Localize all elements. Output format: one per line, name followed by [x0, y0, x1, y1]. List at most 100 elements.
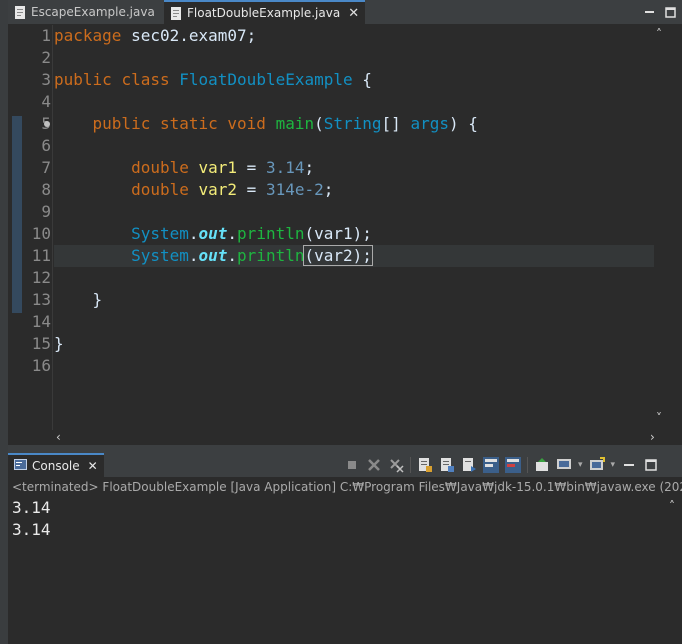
number-literal: 3.14 — [265, 158, 305, 177]
remove-launch-icon[interactable] — [366, 457, 382, 473]
scroll-up-icon[interactable]: ˄ — [656, 27, 662, 41]
line-number: 9 — [41, 202, 51, 221]
keyword: package — [54, 26, 122, 45]
line-number: 7 — [41, 158, 51, 177]
word-wrap-icon[interactable] — [461, 457, 477, 473]
paren: ( — [314, 114, 324, 133]
horizontal-scrollbar[interactable]: ‹ › — [54, 430, 668, 445]
console-status-line: <terminated> FloatDoubleExample [Java Ap… — [8, 478, 682, 496]
static-field: out — [198, 224, 228, 243]
tab-escape-example[interactable]: EscapeExample.java — [14, 0, 155, 24]
java-file-icon — [14, 5, 26, 19]
variable-name: var1 — [198, 158, 238, 177]
tab-console[interactable]: Console ✕ — [8, 453, 104, 477]
semicolon: ; — [304, 158, 315, 177]
method-name: main — [275, 114, 315, 133]
override-marker-icon[interactable] — [44, 121, 50, 127]
keyword: public — [54, 70, 112, 89]
console-tab-label: Console — [32, 459, 80, 473]
terminate-icon[interactable] — [344, 457, 360, 473]
method-call: println — [237, 246, 305, 265]
chevron-down-icon[interactable]: ▾ — [611, 460, 616, 470]
brace: } — [54, 334, 64, 353]
line-number: 3 — [41, 70, 51, 89]
java-file-icon — [170, 6, 182, 20]
console-output[interactable]: 3.14 3.14 — [8, 497, 666, 644]
array-brackets: [] — [381, 114, 411, 133]
code-line-7[interactable]: double var1 = 3.14; — [54, 157, 664, 179]
scroll-up-icon[interactable]: ˄ — [669, 499, 675, 513]
tab-label: FloatDoubleExample.java — [187, 6, 341, 20]
brace: ) { — [448, 114, 478, 133]
console-vertical-scrollbar[interactable]: ˄ — [666, 497, 682, 644]
line-number: 16 — [31, 356, 51, 375]
code-line-13[interactable]: } — [54, 289, 664, 311]
line-number: 2 — [41, 48, 51, 67]
scroll-right-icon[interactable]: › — [650, 430, 655, 444]
line-number: 4 — [41, 92, 51, 111]
line-number: 15 — [31, 334, 51, 353]
editor-tab-bar: EscapeExample.java FloatDoubleExample.ja… — [8, 0, 682, 25]
line-number: 13 — [31, 290, 51, 309]
dot: . — [188, 224, 199, 243]
code-line-10[interactable]: System.out.println(var1); — [54, 223, 664, 245]
close-icon[interactable]: ✕ — [88, 459, 98, 473]
gutter-divider — [52, 25, 53, 430]
toolbar-separator — [410, 457, 411, 473]
keyword: static — [159, 114, 218, 133]
dot: . — [227, 224, 238, 243]
toolbar-separator — [527, 457, 528, 473]
pin-console-icon[interactable] — [534, 457, 550, 473]
display-console-icon[interactable] — [556, 457, 572, 473]
tab-float-double-example[interactable]: FloatDoubleExample.java ✕ — [164, 0, 366, 24]
keyword: double — [131, 158, 189, 177]
class-name: FloatDoubleExample — [179, 70, 353, 89]
operator: = — [237, 180, 266, 199]
line-number: 10 — [31, 224, 51, 243]
code-line-5[interactable]: public static void main(String[] args) { — [54, 113, 664, 135]
console-tab-bar: Console ✕ ▾ ▾ — [8, 453, 682, 477]
line-number: 8 — [41, 180, 51, 199]
close-icon[interactable]: ✕ — [348, 6, 359, 21]
keyword: void — [227, 114, 266, 133]
show-on-stderr-icon[interactable] — [505, 457, 521, 473]
remove-all-terminated-icon[interactable] — [388, 457, 404, 473]
keyword: public — [92, 114, 151, 133]
arguments: (var1); — [304, 224, 372, 243]
brace: { — [352, 70, 372, 89]
scroll-down-icon[interactable]: ˅ — [656, 411, 662, 425]
maximize-icon[interactable] — [665, 3, 676, 18]
maximize-icon[interactable] — [643, 457, 659, 473]
scroll-left-icon[interactable]: ‹ — [56, 430, 61, 444]
code-line-8[interactable]: double var2 = 314e-2; — [54, 179, 664, 201]
brace: } — [92, 290, 103, 309]
chevron-down-icon[interactable]: ▾ — [578, 460, 583, 470]
line-number: 12 — [31, 268, 51, 287]
dot: . — [227, 246, 238, 265]
console-icon — [14, 459, 27, 473]
dot: . — [188, 246, 199, 265]
clear-console-icon[interactable] — [417, 457, 433, 473]
open-console-icon[interactable] — [589, 457, 605, 473]
code-line-1[interactable]: package sec02.exam07; — [54, 25, 664, 47]
keyword: double — [131, 180, 189, 199]
panel-divider[interactable] — [8, 445, 682, 453]
code-editor[interactable]: 1 2 3 4 5 6 7 8 9 10 11 12 13 14 15 16 p… — [8, 25, 682, 445]
minimize-icon[interactable] — [621, 457, 637, 473]
console-output-line: 3.14 — [12, 520, 51, 539]
code-line-11[interactable]: System.out.println(var2); — [54, 245, 664, 267]
type-name: String — [323, 114, 382, 133]
parameter-name: args — [410, 114, 449, 133]
console-output-line: 3.14 — [12, 498, 51, 517]
minimize-icon[interactable] — [644, 3, 655, 14]
vertical-scrollbar[interactable]: ˄ ˅ — [654, 25, 668, 430]
package-name: sec02.exam07; — [121, 26, 257, 45]
method-call: println — [237, 224, 305, 243]
variable-name: var2 — [198, 180, 238, 199]
code-line-3[interactable]: public class FloatDoubleExample { — [54, 69, 664, 91]
code-line-15[interactable]: } — [54, 333, 664, 355]
show-on-stdout-icon[interactable] — [483, 457, 499, 473]
class-ref: System — [131, 246, 189, 265]
scroll-lock-icon[interactable] — [439, 457, 455, 473]
semicolon: ; — [323, 180, 334, 199]
